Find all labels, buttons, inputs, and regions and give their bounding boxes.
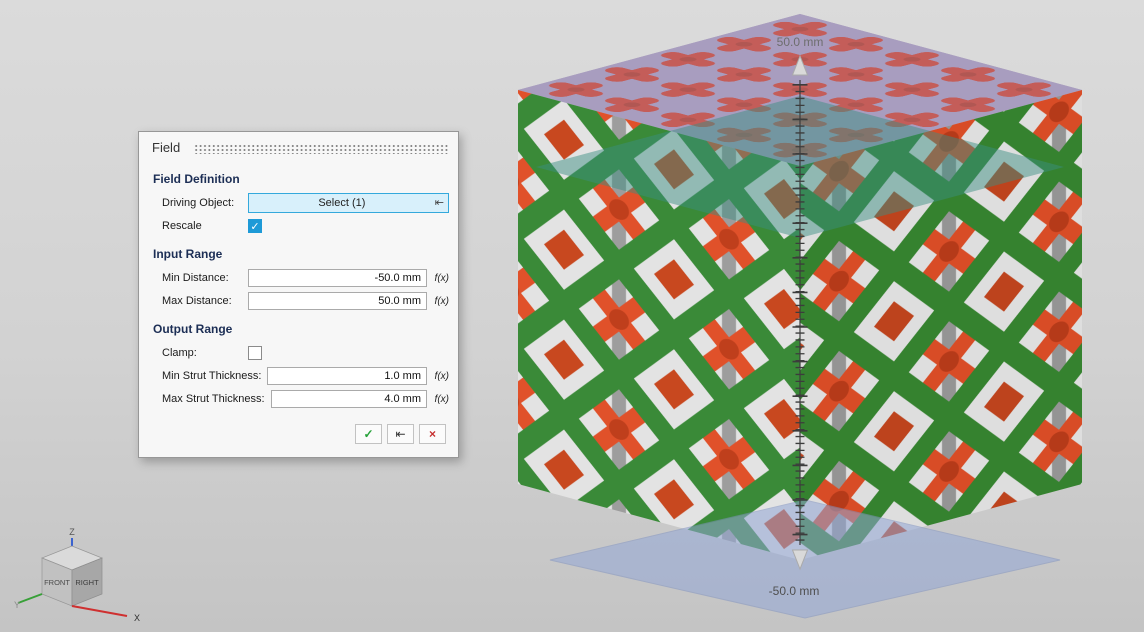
min-distance-input[interactable]	[248, 269, 427, 287]
fx-icon: f(x)	[435, 371, 449, 382]
bottom-plane	[550, 500, 1060, 618]
max-distance-row: Max Distance: f(x)	[162, 291, 449, 311]
confirm-button[interactable]: ✓	[355, 424, 382, 444]
view-cube-front-label: FRONT	[44, 578, 70, 587]
section-heading-input-range: Input Range	[153, 247, 449, 261]
reset-button[interactable]: ⇤	[387, 424, 414, 444]
driving-object-value: Select (1)	[249, 197, 435, 209]
dialog-actions: ✓ ⇤ ×	[152, 424, 446, 444]
x-axis	[72, 606, 127, 616]
ruler-bottom-label: -50.0 mm	[769, 584, 820, 598]
ruler-top-label: 50.0 mm	[777, 35, 824, 49]
fx-icon: f(x)	[435, 394, 449, 405]
driving-object-row: Driving Object: Select (1) ⇤	[162, 193, 449, 213]
drag-handle[interactable]	[194, 143, 448, 154]
clamp-row: Clamp:	[162, 343, 449, 363]
axis-x-label: X	[134, 613, 140, 623]
min-strut-label: Min Strut Thickness:	[162, 370, 267, 382]
cancel-button[interactable]: ×	[419, 424, 446, 444]
axis-z-label: Z	[69, 527, 75, 537]
min-distance-label: Min Distance:	[162, 272, 248, 284]
max-strut-fx-button[interactable]: f(x)	[427, 394, 449, 405]
rescale-row: Rescale ✓	[162, 216, 449, 236]
max-strut-label: Max Strut Thickness:	[162, 393, 271, 405]
min-strut-fx-button[interactable]: f(x)	[427, 371, 449, 382]
fx-icon: f(x)	[435, 273, 449, 284]
max-distance-fx-button[interactable]: f(x)	[427, 296, 449, 307]
min-strut-input[interactable]	[267, 367, 427, 385]
max-distance-label: Max Distance:	[162, 295, 248, 307]
clamp-checkbox[interactable]	[248, 346, 262, 360]
rescale-checkbox[interactable]: ✓	[248, 219, 262, 233]
section-heading-output-range: Output Range	[153, 322, 449, 336]
driving-object-label: Driving Object:	[162, 197, 248, 209]
min-strut-row: Min Strut Thickness: f(x)	[162, 366, 449, 386]
dialog-header: Field	[139, 132, 458, 157]
field-dialog: Field Field Definition Driving Object: S…	[138, 131, 459, 458]
checkmark-icon: ✓	[250, 220, 259, 233]
rescale-label: Rescale	[162, 220, 248, 232]
fx-icon: f(x)	[435, 296, 449, 307]
dialog-title: Field	[152, 140, 180, 155]
section-heading-field-definition: Field Definition	[153, 172, 449, 186]
axis-y-label: Y	[14, 600, 20, 610]
max-strut-input[interactable]	[271, 390, 428, 408]
clamp-label: Clamp:	[162, 347, 248, 359]
min-distance-fx-button[interactable]: f(x)	[427, 273, 449, 284]
max-distance-input[interactable]	[248, 292, 427, 310]
viewport-3d[interactable]: 50.0 mm -50.0 mm	[454, 0, 1144, 632]
view-cube[interactable]: FRONT RIGHT Z Y X	[10, 524, 155, 628]
driving-object-select-button[interactable]: Select (1) ⇤	[248, 193, 449, 213]
min-distance-row: Min Distance: f(x)	[162, 268, 449, 288]
view-cube-right-label: RIGHT	[75, 578, 99, 587]
max-strut-row: Max Strut Thickness: f(x)	[162, 389, 449, 409]
dialog-body: Field Definition Driving Object: Select …	[139, 157, 458, 457]
picker-icon: ⇤	[435, 198, 448, 209]
y-axis	[18, 594, 42, 603]
